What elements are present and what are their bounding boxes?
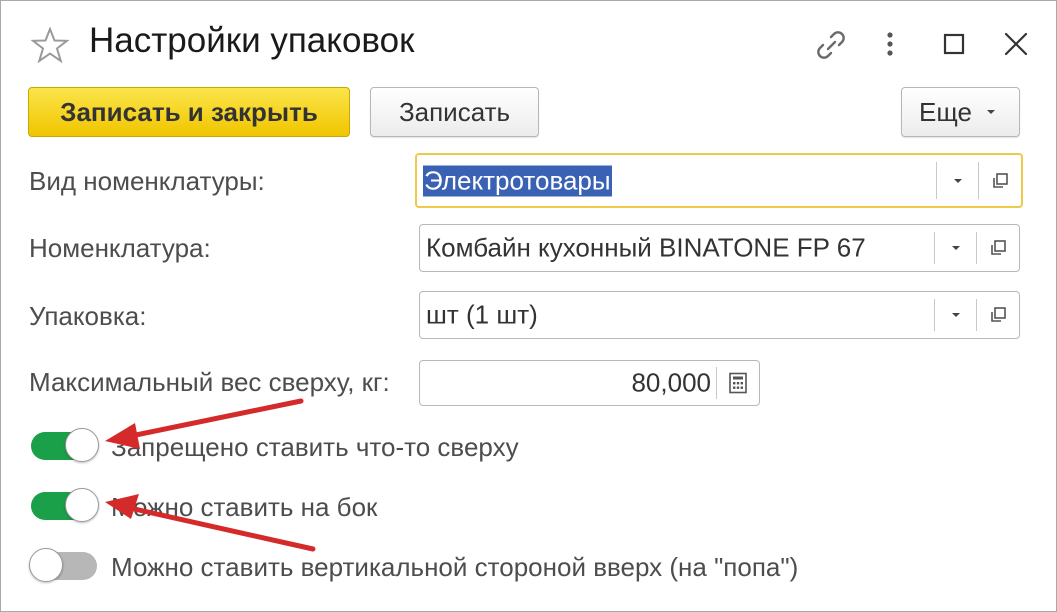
toggle-knob [65,428,99,462]
package-dropdown-button[interactable] [934,299,977,331]
toggle-forbid-on-top[interactable] [31,428,99,462]
vid-dropdown-button[interactable] [936,162,979,199]
settings-window: Настройки упаковок Записать и закрыть За… [0,0,1057,612]
more-vertical-icon[interactable] [870,25,910,65]
vid-label: Вид номенклатуры: [29,166,265,196]
chevron-down-icon [952,246,960,250]
save-button[interactable]: Записать [370,87,539,137]
open-copy-icon [993,172,1008,188]
toggle-knob [29,548,63,582]
calculator-button[interactable] [716,367,759,399]
toggle-side-allowed[interactable] [31,488,99,522]
nomenclature-value: Комбайн кухонный BINATONE FP 67 [426,232,866,263]
max-weight-input[interactable]: 80,000 [419,360,760,406]
nomenclature-open-button[interactable] [976,232,1019,264]
package-label: Упаковка: [29,301,147,331]
toggle-side-allowed-label: Можно ставить на бок [111,492,378,522]
package-open-button[interactable] [976,299,1019,331]
max-weight-value: 80,000 [631,367,711,398]
chevron-down-icon [954,178,962,183]
window-title: Настройки упаковок [89,21,415,60]
toggle-vertical-up[interactable] [29,548,97,582]
calculator-icon [729,372,747,394]
toggle-knob [65,488,99,522]
open-copy-icon [991,307,1006,322]
chevron-down-icon [952,313,960,317]
nomenclature-label: Номенклатура: [29,233,211,263]
toggle-vertical-up-label: Можно ставить вертикальной стороной ввер… [111,552,799,582]
chevron-down-icon [986,110,995,114]
more-button[interactable]: Еще [901,87,1020,137]
save-and-close-button[interactable]: Записать и закрыть [28,87,350,137]
vid-open-button[interactable] [978,162,1021,199]
vid-field[interactable]: Электротовары [415,153,1023,208]
more-button-label: Еще [919,96,972,127]
open-copy-icon [991,240,1006,255]
star-icon[interactable] [31,27,69,63]
nomenclature-dropdown-button[interactable] [934,232,977,264]
maximize-icon[interactable] [934,25,974,65]
nomenclature-field[interactable]: Комбайн кухонный BINATONE FP 67 [419,224,1020,272]
package-value: шт (1 шт) [426,299,538,330]
close-icon[interactable] [996,25,1036,65]
link-icon[interactable] [811,25,851,65]
toggle-forbid-on-top-label: Запрещено ставить что-то сверху [111,432,519,462]
vid-value: Электротовары [423,165,612,196]
package-field[interactable]: шт (1 шт) [419,291,1020,339]
max-weight-label: Максимальный вес сверху, кг: [29,367,390,397]
